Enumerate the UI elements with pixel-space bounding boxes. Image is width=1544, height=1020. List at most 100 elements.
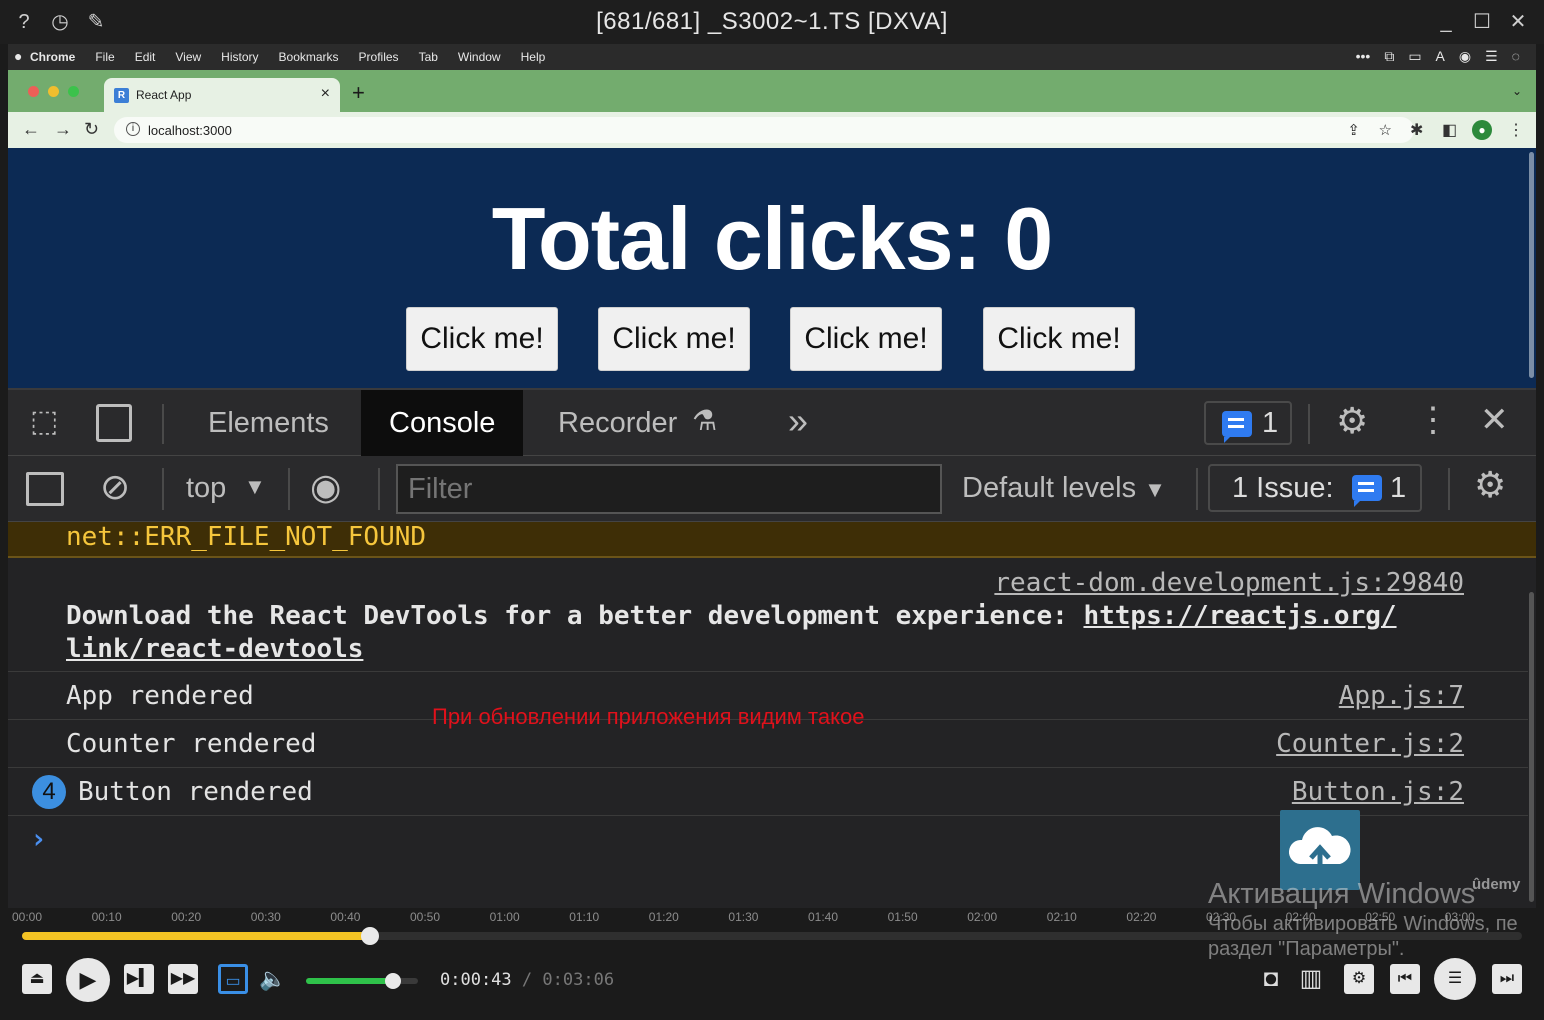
watermark-line-2: Чтобы активировать Windows, пе bbox=[1208, 913, 1518, 935]
close-devtools-icon[interactable]: ✕ bbox=[1480, 400, 1509, 440]
battery-icon[interactable]: ▭ bbox=[1408, 48, 1421, 65]
menu-bookmarks[interactable]: Bookmarks bbox=[279, 50, 339, 64]
source-link[interactable]: react-dom.development.js:29840 bbox=[994, 568, 1464, 598]
settings-gear-icon[interactable]: ⚙ bbox=[1336, 400, 1368, 442]
side-panel-icon[interactable]: ◧ bbox=[1442, 120, 1457, 140]
time-separator: / bbox=[521, 970, 533, 990]
minimize-icon[interactable]: _ bbox=[1434, 10, 1458, 34]
previous-icon[interactable]: ⏮ bbox=[1390, 964, 1420, 994]
divider bbox=[1448, 468, 1450, 510]
input-source-icon[interactable]: A bbox=[1436, 48, 1445, 65]
play-button[interactable]: ▶ bbox=[66, 958, 110, 1002]
annotation-text: При обновлении приложения видим такое bbox=[432, 704, 865, 729]
react-favicon-icon: R bbox=[114, 88, 129, 103]
inspect-element-icon[interactable]: ⬚ bbox=[30, 404, 58, 439]
seek-handle[interactable] bbox=[361, 927, 379, 945]
more-icon[interactable]: ••• bbox=[1356, 48, 1371, 65]
issue-count-button[interactable]: 1 Issue: 1 bbox=[1208, 464, 1422, 512]
player-settings-icon[interactable]: ⚙ bbox=[1344, 964, 1374, 994]
film-strip-icon[interactable]: ▥ bbox=[1296, 964, 1326, 994]
source-link[interactable]: App.js:7 bbox=[1339, 681, 1464, 711]
frame-step-icon[interactable]: ▶▍ bbox=[124, 964, 154, 994]
source-link[interactable]: Counter.js:2 bbox=[1276, 729, 1464, 759]
screenshot-camera-icon[interactable]: ◘ bbox=[1256, 964, 1286, 994]
control-center-icon[interactable]: ☰ bbox=[1485, 48, 1498, 65]
bookmark-star-icon[interactable]: ☆ bbox=[1379, 121, 1392, 139]
reload-icon[interactable]: ↻ bbox=[84, 120, 99, 138]
device-toolbar-icon[interactable] bbox=[96, 404, 132, 442]
menu-history[interactable]: History bbox=[221, 50, 258, 64]
flask-icon: ⚗ bbox=[692, 405, 718, 436]
maximize-icon[interactable]: ☐ bbox=[1470, 10, 1494, 34]
menu-chrome[interactable]: Chrome bbox=[30, 50, 75, 64]
address-bar[interactable]: i localhost:3000 ⇪ ☆ bbox=[114, 117, 1414, 143]
issues-counter-button[interactable]: 1 bbox=[1204, 401, 1292, 445]
close-window-button[interactable] bbox=[28, 86, 39, 97]
click-me-button-4[interactable]: Click me! bbox=[983, 307, 1135, 371]
subtitles-icon[interactable]: ▭ bbox=[218, 964, 248, 994]
click-me-button-1[interactable]: Click me! bbox=[406, 307, 558, 371]
console-settings-icon[interactable]: ⚙ bbox=[1474, 464, 1506, 506]
forward-icon[interactable]: → bbox=[54, 120, 72, 138]
volume-handle[interactable] bbox=[385, 973, 402, 989]
back-icon[interactable]: ← bbox=[22, 120, 40, 138]
divider bbox=[288, 468, 290, 510]
next-icon[interactable]: ⏭ bbox=[1492, 964, 1522, 994]
menu-help[interactable]: Help bbox=[521, 50, 546, 64]
repeat-count-badge: 4 bbox=[32, 775, 66, 809]
menu-file[interactable]: File bbox=[95, 50, 114, 64]
console-prompt-icon[interactable]: › bbox=[30, 822, 47, 855]
share-icon[interactable]: ⇪ bbox=[1347, 121, 1360, 139]
divider bbox=[1308, 404, 1310, 444]
tab-elements[interactable]: Elements bbox=[180, 390, 357, 456]
sidebar-toggle-icon[interactable] bbox=[26, 472, 64, 506]
tab-search-chevron-icon[interactable]: ⌄ bbox=[1512, 84, 1522, 98]
menu-view[interactable]: View bbox=[175, 50, 201, 64]
minimize-window-button[interactable] bbox=[48, 86, 59, 97]
more-tabs-icon[interactable]: » bbox=[788, 400, 808, 442]
source-link[interactable]: Button.js:2 bbox=[1292, 777, 1464, 807]
profile-avatar-icon[interactable]: ● bbox=[1472, 120, 1492, 140]
user-icon[interactable]: ◉ bbox=[1459, 48, 1471, 65]
click-me-button-2[interactable]: Click me! bbox=[598, 307, 750, 371]
devtools-link-cont[interactable]: link/react-devtools bbox=[66, 634, 363, 664]
player-titlebar: ? ◷ ✎ [681/681] _S3002~1.TS [DXVA] _ ☐ ✕ bbox=[0, 0, 1544, 44]
click-me-button-3[interactable]: Click me! bbox=[790, 307, 942, 371]
site-info-icon[interactable]: i bbox=[126, 122, 140, 136]
playlist-icon[interactable]: ☰ bbox=[1434, 958, 1476, 1000]
screen-share-icon[interactable]: ⧉ bbox=[1384, 48, 1394, 65]
zoom-window-button[interactable] bbox=[68, 86, 79, 97]
fast-forward-icon[interactable]: ▶▶ bbox=[168, 964, 198, 994]
tab-console[interactable]: Console bbox=[361, 390, 524, 456]
menu-profiles[interactable]: Profiles bbox=[359, 50, 399, 64]
context-dropdown-icon[interactable]: ▼ bbox=[244, 474, 266, 500]
clear-console-icon[interactable]: ⊘ bbox=[100, 466, 130, 508]
console-filter-input[interactable] bbox=[396, 464, 942, 514]
issues-count: 1 bbox=[1262, 407, 1279, 439]
tab-close-icon[interactable]: × bbox=[321, 85, 330, 103]
console-scrollbar[interactable] bbox=[1529, 592, 1534, 902]
menu-edit[interactable]: Edit bbox=[135, 50, 156, 64]
timeline-label: 01:30 bbox=[728, 910, 759, 924]
devtools-menu-icon[interactable]: ⋮ bbox=[1416, 400, 1450, 440]
close-icon[interactable]: ✕ bbox=[1506, 10, 1530, 34]
extensions-icon[interactable]: ✱ bbox=[1410, 120, 1423, 140]
siri-icon[interactable]: ◌ bbox=[1512, 48, 1520, 65]
log-levels-dropdown[interactable]: Default levels ▼ bbox=[962, 472, 1166, 505]
menu-tab[interactable]: Tab bbox=[419, 50, 438, 64]
menu-window[interactable]: Window bbox=[458, 50, 501, 64]
issue-label: 1 Issue: bbox=[1232, 472, 1334, 504]
context-selector[interactable]: top bbox=[186, 472, 226, 505]
live-expression-eye-icon[interactable]: ◉ bbox=[310, 466, 341, 508]
tab-recorder[interactable]: Recorder bbox=[530, 390, 681, 456]
volume-icon[interactable]: 🔈 bbox=[258, 964, 288, 994]
new-tab-button[interactable]: + bbox=[352, 80, 365, 106]
devtools-link[interactable]: https://reactjs.org/ bbox=[1083, 601, 1396, 631]
tab-react-app[interactable]: R React App × bbox=[104, 78, 340, 112]
chrome-menu-icon[interactable]: ⋮ bbox=[1508, 120, 1524, 140]
eject-icon[interactable]: ⏏ bbox=[22, 964, 52, 994]
apple-icon[interactable]: ● bbox=[14, 48, 22, 64]
current-time: 0:00:43 bbox=[440, 970, 512, 990]
timeline-label: 00:30 bbox=[250, 910, 281, 924]
page-scrollbar[interactable] bbox=[1529, 152, 1534, 378]
